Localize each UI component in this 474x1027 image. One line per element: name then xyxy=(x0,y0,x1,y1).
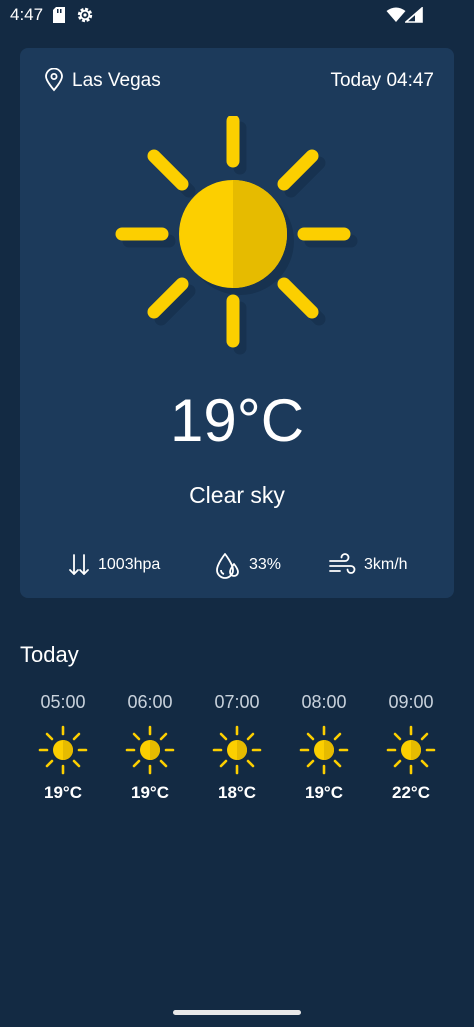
pressure-stat: 1003hpa xyxy=(68,552,160,578)
hourly-time: 06:00 xyxy=(127,692,173,712)
location-pin-icon xyxy=(45,68,63,92)
home-indicator[interactable] xyxy=(173,1010,301,1015)
hourly-temperature: 22°C xyxy=(392,783,430,802)
hourly-item[interactable]: 09:00 22°C xyxy=(376,692,446,803)
status-bar: 4:47 xyxy=(0,0,474,30)
wind-icon xyxy=(329,553,356,574)
sun-icon xyxy=(38,725,88,775)
hourly-item[interactable]: 07:00 18°C xyxy=(202,692,272,803)
hourly-temperature: 18°C xyxy=(218,783,256,802)
pressure-value: 1003hpa xyxy=(98,556,161,573)
current-datetime: Today 04:47 xyxy=(330,70,434,91)
humidity-value: 33% xyxy=(249,556,282,573)
hourly-temperature: 19°C xyxy=(44,783,82,802)
hourly-temperature: 19°C xyxy=(305,783,343,802)
sun-icon xyxy=(115,116,358,355)
sun-icon xyxy=(299,725,349,775)
hourly-time: 05:00 xyxy=(40,692,86,712)
hourly-time: 08:00 xyxy=(301,692,347,712)
hourly-time: 09:00 xyxy=(388,692,434,712)
sun-icon xyxy=(386,725,436,775)
humidity-stat: 33% xyxy=(215,552,282,579)
hourly-item[interactable]: 05:00 19°C xyxy=(28,692,98,803)
hourly-item[interactable]: 08:00 19°C xyxy=(289,692,359,803)
weather-condition: Clear sky xyxy=(189,482,285,508)
humidity-icon xyxy=(216,553,239,579)
wind-value: 3km/h xyxy=(364,556,408,573)
hourly-section-title: Today xyxy=(20,642,79,667)
pressure-icon xyxy=(69,554,89,575)
current-temperature: 19°C xyxy=(169,387,305,454)
sd-card-icon xyxy=(53,7,65,23)
hourly-time: 07:00 xyxy=(214,692,260,712)
current-weather-card: Las Vegas Today 04:47 19°C Clear sky 100… xyxy=(20,48,454,598)
sun-icon xyxy=(125,725,175,775)
location-name[interactable]: Las Vegas xyxy=(72,70,161,92)
gear-icon xyxy=(77,7,93,23)
status-time: 4:47 xyxy=(10,5,44,24)
hourly-item[interactable]: 06:00 19°C xyxy=(115,692,185,803)
wind-stat: 3km/h xyxy=(328,552,408,578)
wifi-icon xyxy=(386,7,406,22)
signal-icon xyxy=(405,7,423,23)
sun-icon xyxy=(212,725,262,775)
hourly-temperature: 19°C xyxy=(131,783,169,802)
